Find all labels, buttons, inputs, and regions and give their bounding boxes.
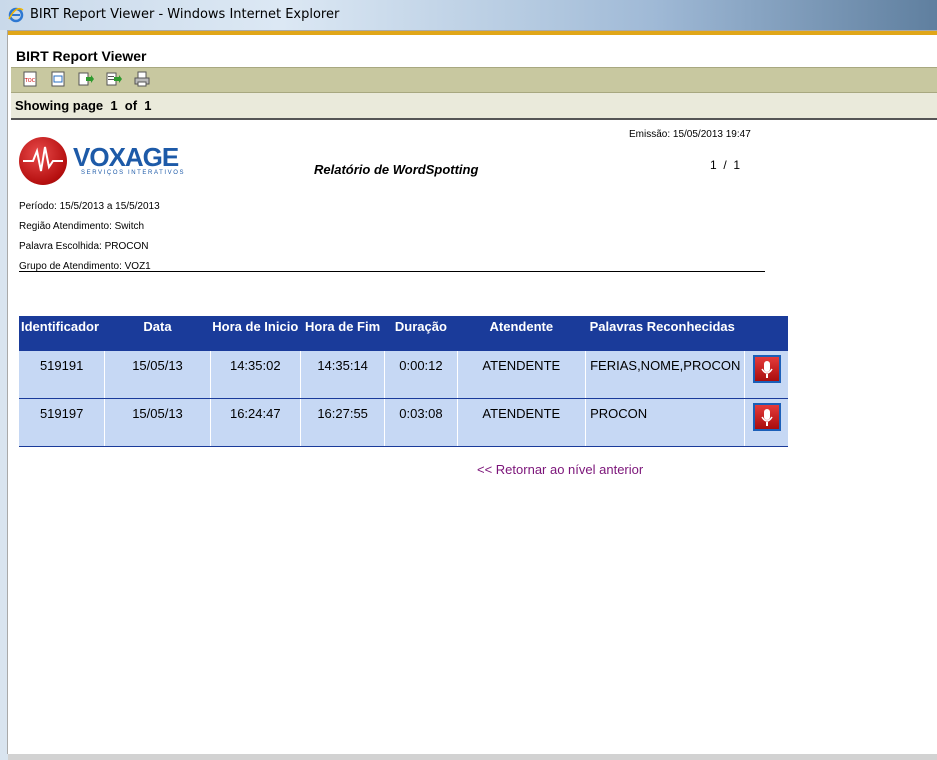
column-header-hora-fim: Hora de Fim (300, 316, 385, 351)
page-navigation-bar: Showing page 1 of 1 (11, 93, 937, 120)
column-header-hora-inicio: Hora de Inicio (210, 316, 301, 351)
page-indicator: Showing page 1 of 1 (15, 98, 152, 113)
cell-atendente: ATENDENTE (457, 351, 587, 399)
region-label: Região Atendimento: Switch (19, 221, 145, 232)
column-header-duracao: Duração (384, 316, 458, 351)
cell-hora-inicio: 16:24:47 (210, 398, 301, 447)
emission-date: Emissão: 15/05/2013 19:47 (629, 129, 751, 140)
accent-bar (8, 31, 937, 35)
back-to-previous-level-link[interactable]: << Retornar ao nível anterior (477, 462, 643, 477)
cell-atendente: ATENDENTE (457, 398, 587, 447)
play-audio-button[interactable] (752, 355, 781, 383)
cell-duracao: 0:00:12 (384, 351, 458, 399)
table-row: 519197 15/05/13 16:24:47 16:27:55 0:03:0… (19, 398, 788, 447)
column-header-action (744, 316, 788, 351)
cell-identificador: 519191 (19, 351, 106, 399)
table-header-row: Identificador Data Hora de Inicio Hora d… (19, 316, 788, 351)
column-header-identificador: Identificador (19, 316, 105, 351)
cell-hora-inicio: 14:35:02 (210, 351, 301, 399)
column-header-data: Data (104, 316, 211, 351)
company-logo-text: VOXAGE (73, 142, 179, 172)
microphone-icon (754, 357, 779, 381)
cell-action (744, 351, 788, 399)
play-audio-button[interactable] (752, 403, 781, 431)
cell-action (744, 398, 788, 447)
cell-data: 15/05/13 (104, 351, 211, 399)
export-report-icon[interactable] (106, 71, 122, 87)
table-row: 519191 15/05/13 14:35:02 14:35:14 0:00:1… (19, 351, 788, 399)
header-divider (19, 271, 765, 272)
status-bar (8, 754, 937, 760)
window-titlebar: BIRT Report Viewer - Windows Internet Ex… (0, 0, 937, 30)
column-header-atendente: Atendente (457, 316, 586, 351)
report-title: Relatório de WordSpotting (314, 162, 479, 177)
cell-data: 15/05/13 (104, 398, 211, 447)
cell-palavras: PROCON (585, 398, 746, 447)
cell-hora-fim: 16:27:55 (300, 398, 386, 447)
voxage-logo-icon (19, 137, 67, 185)
viewer-toolbar: TOC (11, 67, 937, 93)
report-page-counter: 1 / 1 (710, 158, 741, 172)
print-icon[interactable] (134, 71, 150, 87)
company-logo-tagline: SERVIÇOS INTERATIVOS (81, 170, 186, 176)
period-label: Período: 15/5/2013 a 15/5/2013 (19, 201, 160, 212)
toc-icon[interactable]: TOC (22, 71, 38, 87)
svg-text:TOC: TOC (24, 78, 36, 84)
cell-duracao: 0:03:08 (384, 398, 458, 447)
viewer-title: BIRT Report Viewer (16, 48, 147, 64)
cell-hora-fim: 14:35:14 (300, 351, 386, 399)
internet-explorer-icon (8, 7, 24, 23)
chosen-word-label: Palavra Escolhida: PROCON (19, 241, 149, 252)
cell-identificador: 519197 (19, 398, 106, 447)
wordspotting-table: Identificador Data Hora de Inicio Hora d… (19, 316, 788, 447)
export-data-icon[interactable] (78, 71, 94, 87)
window-title: BIRT Report Viewer - Windows Internet Ex… (30, 7, 340, 22)
column-header-palavras: Palavras Reconhecidas (585, 316, 745, 351)
cell-palavras: FERIAS,NOME,PROCON (585, 351, 746, 399)
parameters-icon[interactable] (50, 71, 66, 87)
microphone-icon (754, 405, 779, 429)
report-body: VOXAGE SERVIÇOS INTERATIVOS Emissão: 15/… (11, 120, 937, 754)
